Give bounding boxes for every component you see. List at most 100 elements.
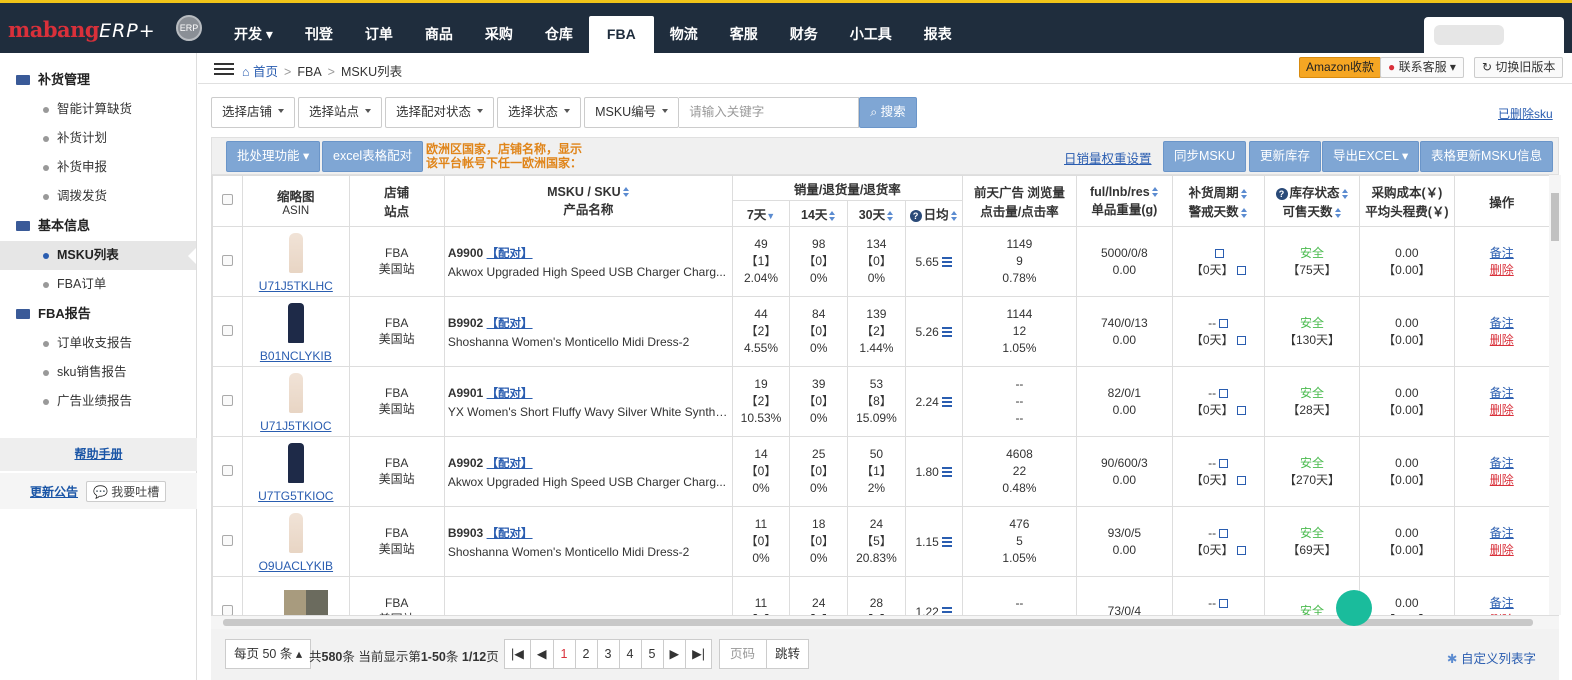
edit-icon[interactable] bbox=[1236, 475, 1246, 485]
sidebar-item-2-0[interactable]: 订单收支报告 bbox=[0, 329, 196, 358]
th-avg[interactable]: ? 日均 bbox=[904, 200, 963, 227]
edit-icon[interactable] bbox=[1236, 335, 1246, 345]
last-page-button[interactable]: ▶| bbox=[685, 639, 712, 669]
feedback-button[interactable]: 💬 我要吐槽 bbox=[86, 480, 167, 502]
chat-fab-button[interactable] bbox=[1336, 590, 1372, 626]
list-icon[interactable] bbox=[941, 257, 952, 268]
th-cycle[interactable]: 补货周期 警戒天数 bbox=[1171, 175, 1265, 227]
list-icon[interactable] bbox=[941, 397, 952, 408]
sort-icon[interactable] bbox=[1341, 188, 1349, 199]
page-number-input[interactable]: 页码 bbox=[719, 639, 767, 669]
edit-icon[interactable] bbox=[1236, 405, 1246, 415]
page-button[interactable]: 3 bbox=[596, 639, 620, 669]
note-link[interactable]: 备注 bbox=[1455, 595, 1549, 612]
sidebar-item-1-1[interactable]: FBA订单 bbox=[0, 270, 196, 299]
nav-item-5[interactable]: 仓库 bbox=[529, 16, 589, 53]
edit-icon[interactable] bbox=[1215, 248, 1225, 258]
scroll-thumb[interactable] bbox=[223, 619, 1533, 626]
row-checkbox[interactable] bbox=[222, 254, 234, 266]
row-checkbox[interactable] bbox=[222, 604, 234, 615]
sidebar-group-1[interactable]: 基本信息 bbox=[0, 211, 196, 241]
vertical-scrollbar[interactable] bbox=[1549, 175, 1561, 615]
nav-item-9[interactable]: 财务 bbox=[774, 16, 834, 53]
announce-link[interactable]: 更新公告 bbox=[30, 483, 78, 500]
nav-item-11[interactable]: 报表 bbox=[908, 16, 968, 53]
delete-link[interactable]: 删除 bbox=[1455, 472, 1549, 489]
help-manual-link[interactable]: 帮助手册 bbox=[0, 438, 197, 471]
note-link[interactable]: 备注 bbox=[1455, 455, 1549, 472]
nav-item-8[interactable]: 客服 bbox=[714, 16, 774, 53]
custom-columns-link[interactable]: ✱ 自定义列表字 bbox=[1447, 648, 1536, 667]
search-button[interactable]: ⌕ 搜索 bbox=[859, 97, 917, 128]
th-30d[interactable]: 30天 bbox=[847, 200, 906, 227]
sort-icon[interactable] bbox=[1240, 188, 1248, 199]
sort-icon[interactable] bbox=[829, 210, 836, 221]
sort-icon[interactable] bbox=[1151, 187, 1159, 198]
row-checkbox[interactable] bbox=[222, 324, 234, 336]
menu-toggle-icon[interactable] bbox=[214, 63, 234, 75]
jump-button[interactable]: 跳转 bbox=[766, 639, 810, 669]
sync-msku-button[interactable]: 同步MSKU bbox=[1163, 141, 1247, 172]
sort-icon[interactable] bbox=[1334, 207, 1342, 218]
row-checkbox[interactable] bbox=[222, 464, 234, 476]
pair-status-select[interactable]: 选择配对状态 bbox=[385, 97, 495, 128]
nav-item-0[interactable]: 开发 ▾ bbox=[218, 16, 289, 53]
nav-item-2[interactable]: 订单 bbox=[349, 16, 409, 53]
sidebar-item-0-1[interactable]: 补货计划 bbox=[0, 124, 196, 153]
edit-icon[interactable] bbox=[1236, 265, 1246, 275]
asin-link[interactable]: U7TG5TKIOC bbox=[258, 489, 333, 503]
shop-select[interactable]: 选择店铺 bbox=[211, 97, 296, 128]
sort-icon[interactable] bbox=[887, 210, 894, 221]
scroll-thumb[interactable] bbox=[1551, 193, 1559, 241]
user-menu[interactable] bbox=[1424, 17, 1564, 53]
edit-icon[interactable] bbox=[1219, 528, 1229, 538]
asin-link[interactable]: U71J5TKIOC bbox=[260, 419, 331, 433]
sidebar-item-0-3[interactable]: 调拨发货 bbox=[0, 182, 196, 211]
app-logo[interactable]: mabangERP+ bbox=[8, 17, 156, 42]
edit-icon[interactable] bbox=[1219, 598, 1229, 608]
th-14d[interactable]: 14天 bbox=[789, 200, 849, 227]
page-button[interactable]: 5 bbox=[640, 639, 664, 669]
edit-icon[interactable] bbox=[1236, 545, 1246, 555]
nav-item-3[interactable]: 商品 bbox=[409, 16, 469, 53]
sidebar-item-1-0[interactable]: MSKU列表 bbox=[0, 241, 196, 270]
note-link[interactable]: 备注 bbox=[1455, 245, 1549, 262]
nav-item-4[interactable]: 采购 bbox=[469, 16, 529, 53]
nav-item-10[interactable]: 小工具 bbox=[834, 16, 908, 53]
sidebar-item-2-1[interactable]: sku销售报告 bbox=[0, 358, 196, 387]
page-button[interactable]: 1 bbox=[552, 639, 576, 669]
help-icon[interactable]: ? bbox=[1275, 188, 1288, 200]
contact-service-button[interactable]: ● 联系客服 ▾ bbox=[1380, 57, 1464, 78]
update-stock-button[interactable]: 更新库存 bbox=[1249, 141, 1322, 172]
sort-icon[interactable] bbox=[1240, 207, 1248, 218]
site-select[interactable]: 选择站点 bbox=[298, 97, 383, 128]
nav-item-7[interactable]: 物流 bbox=[654, 16, 714, 53]
sidebar-item-0-2[interactable]: 补货申报 bbox=[0, 153, 196, 182]
row-checkbox[interactable] bbox=[222, 534, 234, 546]
delete-link[interactable]: 删除 bbox=[1455, 332, 1549, 349]
delete-link[interactable]: 删除 bbox=[1455, 542, 1549, 559]
first-page-button[interactable]: |◀ bbox=[504, 639, 531, 669]
deleted-sku-link[interactable]: 已删除sku bbox=[1498, 105, 1553, 122]
switch-old-version-button[interactable]: ↻ 切换旧版本 bbox=[1474, 57, 1564, 78]
help-icon[interactable]: ? bbox=[909, 210, 922, 222]
sidebar-item-2-2[interactable]: 广告业绩报告 bbox=[0, 387, 196, 416]
th-stock[interactable]: ? 库存状态 可售天数 bbox=[1263, 175, 1361, 227]
status-select[interactable]: 选择状态 bbox=[497, 97, 582, 128]
daily-weight-link[interactable]: 日销量权重设置 bbox=[1064, 148, 1152, 167]
row-checkbox[interactable] bbox=[222, 394, 234, 406]
pair-link[interactable]: 【配对】 bbox=[487, 248, 533, 260]
edit-icon[interactable] bbox=[1219, 388, 1229, 398]
nav-item-6[interactable]: FBA bbox=[588, 16, 654, 53]
sort-icon[interactable] bbox=[622, 187, 630, 198]
sort-desc-icon[interactable]: ▼ bbox=[766, 211, 775, 221]
pair-link[interactable]: 【配对】 bbox=[487, 318, 533, 330]
excel-pair-button[interactable]: excel表格配对 bbox=[322, 141, 424, 172]
msku-type-select[interactable]: MSKU编号 bbox=[584, 97, 680, 128]
export-excel-button[interactable]: 导出EXCEL ▾ bbox=[1322, 141, 1420, 172]
select-all-checkbox[interactable] bbox=[222, 194, 234, 205]
edit-icon[interactable] bbox=[1219, 458, 1229, 468]
batch-process-button[interactable]: 批处理功能 ▾ bbox=[226, 141, 321, 172]
pair-link[interactable]: 【配对】 bbox=[487, 458, 533, 470]
sort-icon[interactable] bbox=[950, 210, 958, 221]
